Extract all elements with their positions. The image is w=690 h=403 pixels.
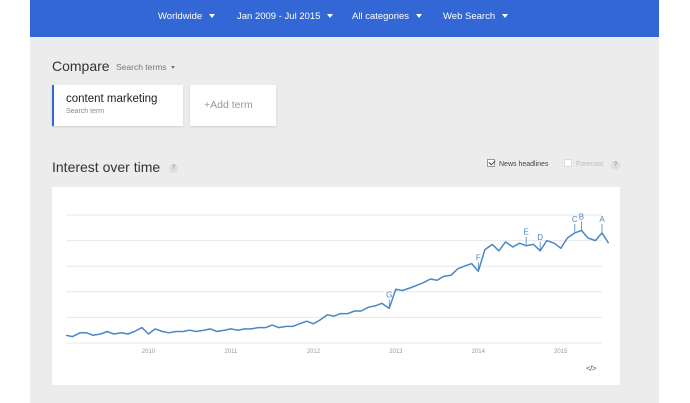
news-annotation-c: C bbox=[572, 215, 578, 224]
trends-app: Worldwide Jan 2009 - Jul 2015 All catego… bbox=[30, 0, 659, 403]
news-annotation-e: E bbox=[523, 228, 528, 237]
news-annotation-a: A bbox=[599, 215, 605, 224]
news-annotation-b: B bbox=[579, 212, 584, 221]
x-tick-label: 2013 bbox=[389, 349, 403, 355]
compare-title: Compare bbox=[52, 58, 110, 74]
search-terms-dropdown[interactable]: Search terms bbox=[116, 62, 175, 72]
forecast-checkbox: Forecast bbox=[564, 159, 604, 168]
date-range-filter[interactable]: Jan 2009 - Jul 2015 bbox=[237, 11, 334, 22]
interest-line-chart: 2010 2011 2012 2013 2014 2015 G F ED C B A bbox=[65, 212, 610, 355]
region-filter[interactable]: Worldwide bbox=[158, 11, 216, 22]
help-icon[interactable]: ? bbox=[169, 164, 178, 173]
x-tick-label: 2011 bbox=[224, 349, 238, 355]
chevron-down-icon bbox=[327, 14, 334, 19]
search-type-filter-label: Web Search bbox=[443, 11, 496, 22]
x-tick-label: 2012 bbox=[307, 349, 321, 355]
interest-chart-card: 2010 2011 2012 2013 2014 2015 G F E D C B A bbox=[52, 187, 620, 385]
search-term-name: content marketing bbox=[66, 93, 158, 105]
forecast-help-icon[interactable]: ? bbox=[611, 161, 620, 170]
category-filter[interactable]: All categories bbox=[352, 11, 423, 22]
search-type-filter[interactable]: Web Search bbox=[443, 11, 509, 22]
category-filter-label: All categories bbox=[352, 11, 410, 22]
interest-series-line bbox=[65, 229, 610, 338]
checkbox-checked-icon bbox=[487, 159, 495, 167]
news-headlines-checkbox[interactable]: News headlines bbox=[487, 159, 549, 168]
news-annotation-d: D bbox=[537, 233, 543, 242]
chevron-down-icon bbox=[416, 14, 423, 19]
search-term-card[interactable]: content marketing Search term bbox=[52, 85, 183, 126]
add-term-button[interactable]: +Add term bbox=[190, 85, 276, 126]
forecast-label: Forecast bbox=[576, 160, 604, 168]
x-tick-label: 2015 bbox=[554, 349, 568, 355]
news-headlines-label: News headlines bbox=[499, 160, 549, 168]
search-term-type: Search term bbox=[66, 108, 105, 115]
interest-over-time-title: Interest over time bbox=[52, 159, 161, 175]
checkbox-empty-icon bbox=[564, 159, 572, 167]
chevron-down-icon bbox=[209, 14, 216, 19]
chevron-down-icon bbox=[502, 14, 509, 19]
news-annotation-g: G bbox=[386, 290, 392, 299]
search-terms-label: Search terms bbox=[116, 62, 167, 72]
region-filter-label: Worldwide bbox=[158, 11, 203, 22]
news-annotation-f: F bbox=[476, 253, 481, 262]
chevron-down-icon bbox=[170, 66, 175, 70]
x-tick-label: 2010 bbox=[142, 349, 156, 355]
filter-bar: Worldwide Jan 2009 - Jul 2015 All catego… bbox=[30, 0, 659, 37]
date-range-filter-label: Jan 2009 - Jul 2015 bbox=[237, 11, 321, 22]
add-term-label: Add term bbox=[210, 99, 253, 111]
embed-code-icon[interactable]: </> bbox=[586, 364, 597, 373]
x-tick-label: 2014 bbox=[472, 349, 486, 355]
